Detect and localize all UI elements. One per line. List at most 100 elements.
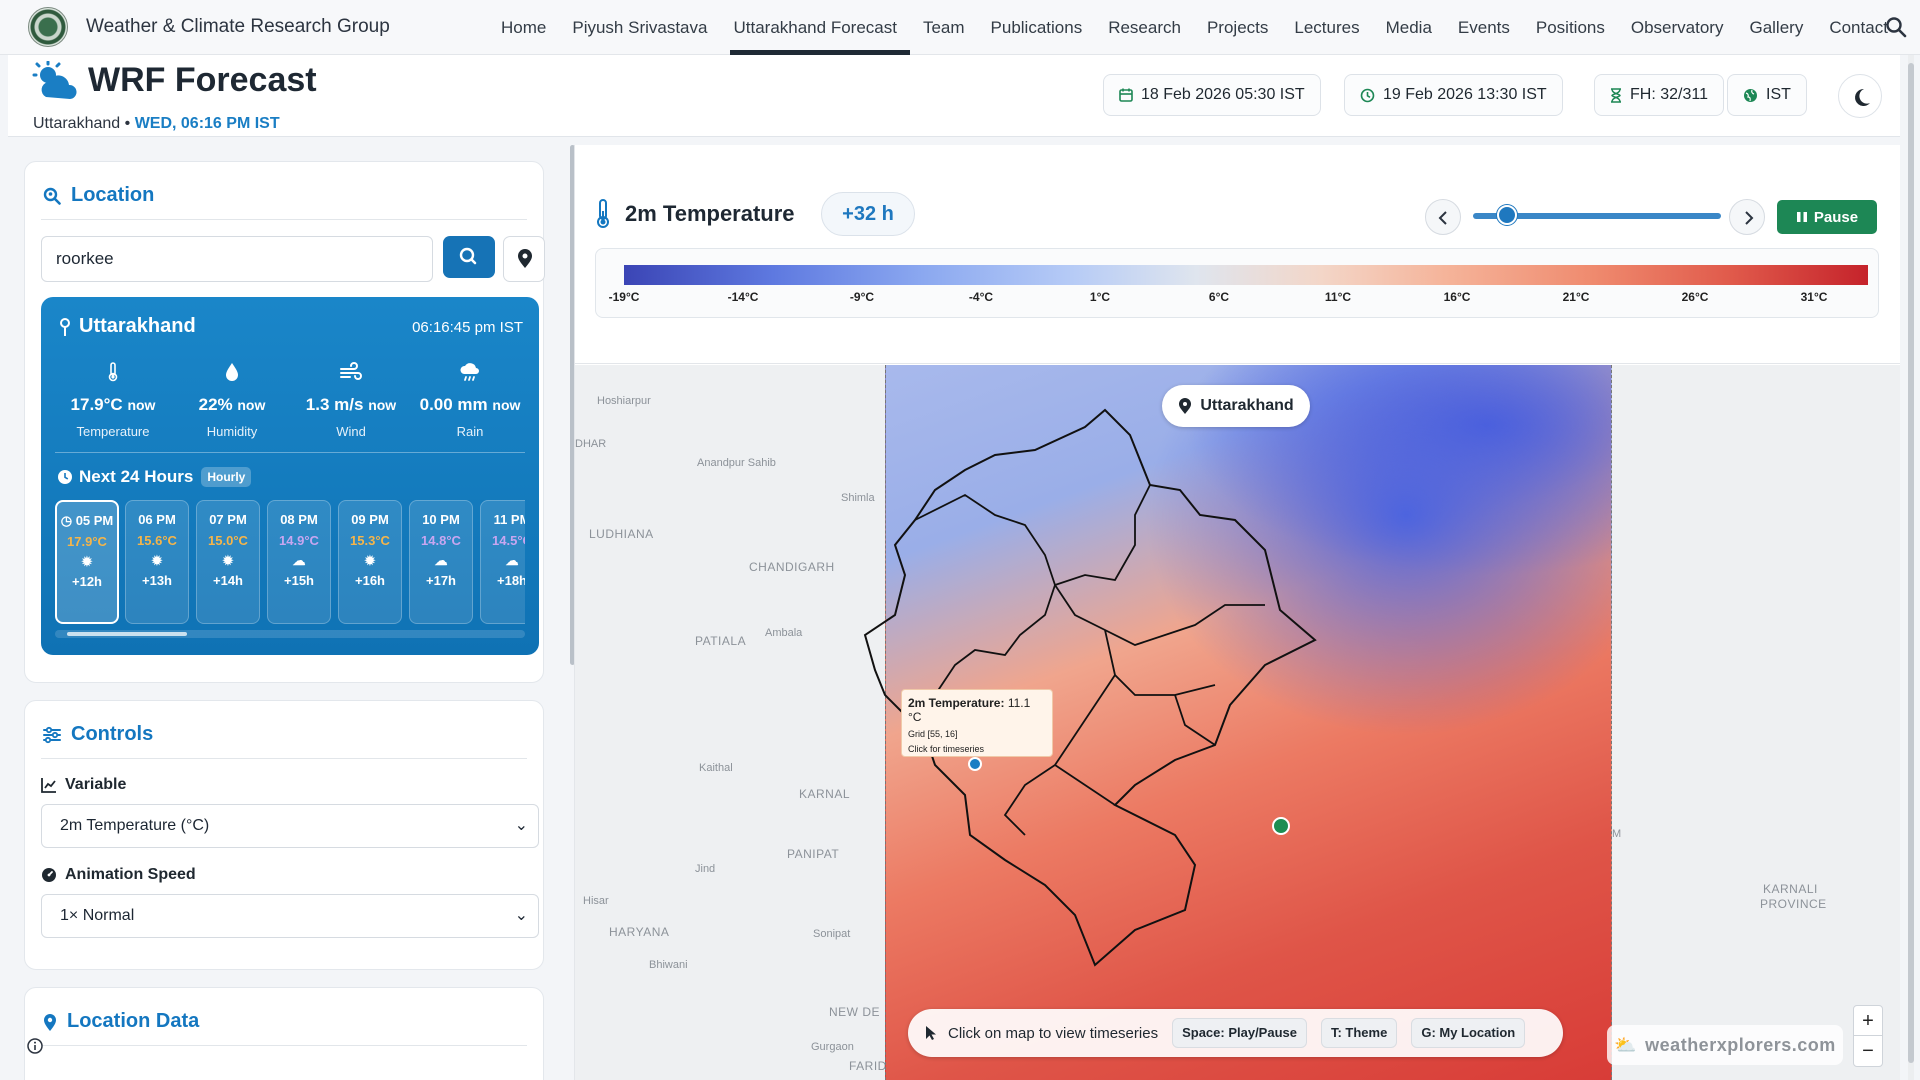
search-location-icon	[43, 187, 61, 205]
moon-icon	[1855, 88, 1870, 106]
droplet-icon	[226, 363, 238, 381]
hour-temp: 14.9°C	[279, 533, 319, 548]
next-step-button[interactable]	[1729, 199, 1765, 235]
nav-link-piyush-srivastava[interactable]: Piyush Srivastava	[559, 0, 720, 55]
variable-label: Variable	[65, 776, 127, 793]
variable-select[interactable]: 2m Temperature (°C) ⌄	[41, 804, 539, 848]
time-slider-handle[interactable]	[1496, 205, 1517, 225]
hour-card[interactable]: 09 PM 15.3°C ✹ +16h	[338, 500, 402, 624]
nav-link-uttarakhand-forecast[interactable]: Uttarakhand Forecast	[720, 0, 911, 55]
region-label: Uttarakhand	[1200, 397, 1294, 414]
forecast-map[interactable]: Hoshiarpur DHAR Anandpur Sahib Shimla LU…	[575, 365, 1900, 1080]
speed-select[interactable]: 1× Normal ⌄	[41, 894, 539, 938]
hour-card[interactable]: ◷ 05 PM 17.9°C ✹ +12h	[55, 500, 119, 624]
sun-icon: ✹	[151, 553, 163, 568]
sun-icon: ✹	[364, 553, 376, 568]
shortcut-theme: T: Theme	[1320, 1018, 1398, 1048]
hour-time: 11 PM	[493, 512, 525, 527]
hour-time: 06 PM	[138, 512, 176, 527]
zoom-out-button[interactable]: −	[1854, 1036, 1882, 1066]
nav-link-projects[interactable]: Projects	[1194, 0, 1281, 55]
thermometer-icon	[597, 199, 609, 228]
pause-icon	[1796, 212, 1807, 222]
hourly-forecast-strip[interactable]: ◷ 05 PM 17.9°C ✹ +12h 06 PM 15.6°C ✹ +13…	[55, 500, 525, 625]
temperature-label: Temperature	[76, 424, 150, 439]
theme-toggle-button[interactable]	[1838, 74, 1882, 118]
top-navbar: Weather & Climate Research Group Home Pi…	[0, 0, 1920, 55]
color-legend: -19°C -14°C -9°C -4°C 1°C 6°C 11°C 16°C …	[595, 248, 1879, 318]
legend-tick: 11°C	[1324, 290, 1352, 304]
hour-offset: +13h	[142, 573, 172, 588]
hour-temp: 15.3°C	[350, 533, 390, 548]
hour-temp: 15.0°C	[208, 533, 248, 548]
tooltip-grid: Grid [55, 16]	[908, 729, 958, 739]
divider	[41, 219, 527, 220]
hour-time: 07 PM	[209, 512, 247, 527]
legend-color-bar	[624, 265, 1868, 285]
forecast-hour-chip[interactable]: FH: 32/311	[1594, 74, 1724, 116]
legend-tick: 26°C	[1681, 290, 1709, 304]
pause-button[interactable]: Pause	[1777, 200, 1877, 234]
nav-link-publications[interactable]: Publications	[978, 0, 1096, 55]
humidity-value: 22%	[198, 395, 233, 414]
humidity-suffix: now	[237, 397, 266, 413]
nav-link-positions[interactable]: Positions	[1523, 0, 1618, 55]
region-label-pill[interactable]: Uttarakhand	[1162, 385, 1310, 427]
info-icon[interactable]	[27, 1038, 43, 1054]
humidity-label: Humidity	[206, 424, 258, 439]
rain-suffix: now	[492, 397, 521, 413]
hour-card[interactable]: 07 PM 15.0°C ✹ +14h	[196, 500, 260, 624]
hover-marker[interactable]	[968, 757, 982, 771]
valid-time-chip[interactable]: 19 Feb 2026 13:30 IST	[1344, 74, 1563, 116]
nav-link-media[interactable]: Media	[1373, 0, 1445, 55]
gauge-icon	[42, 868, 56, 882]
location-search-input[interactable]: roorkee	[41, 236, 433, 282]
forecast-offset-badge: +32 h	[821, 192, 915, 236]
globe-icon	[1744, 88, 1757, 102]
hour-temp: 15.6°C	[137, 533, 177, 548]
hour-card[interactable]: 10 PM 14.8°C ☁ +17h	[409, 500, 473, 624]
weather-place-name: Uttarakhand	[79, 315, 196, 337]
watermark: ⛅ weatherxplorers.com	[1607, 1025, 1843, 1065]
header-local-time: WED, 06:16 PM IST	[134, 115, 280, 132]
left-panel[interactable]: Location roorkee Uttarakhand 06:16:45 pm…	[8, 145, 564, 1080]
wind-suffix: now	[368, 397, 397, 413]
watermark-text: weatherxplorers.com	[1645, 1034, 1836, 1055]
previous-step-button[interactable]	[1425, 199, 1461, 235]
hour-card[interactable]: 11 PM 14.5°C ☁ +18h	[480, 500, 525, 624]
search-icon[interactable]	[1884, 15, 1908, 39]
nav-link-research[interactable]: Research	[1095, 0, 1194, 55]
my-location-button[interactable]	[503, 236, 545, 282]
hour-offset: +12h	[72, 574, 102, 589]
hourly-scrollbar[interactable]	[55, 630, 525, 638]
variable-title: 2m Temperature	[625, 201, 795, 226]
metric-wind: 1.3 m/s now Wind	[291, 357, 411, 439]
controls-card-title: Controls	[43, 723, 153, 746]
hour-time: 08 PM	[280, 512, 318, 527]
nav-link-gallery[interactable]: Gallery	[1736, 0, 1816, 55]
clock-icon	[1360, 88, 1375, 102]
scrollbar-thumb[interactable]	[67, 632, 187, 636]
hour-card[interactable]: 06 PM 15.6°C ✹ +13h	[125, 500, 189, 624]
search-button[interactable]	[443, 236, 495, 278]
nav-link-home[interactable]: Home	[488, 0, 559, 55]
zoom-in-button[interactable]: +	[1854, 1006, 1882, 1036]
init-time: 18 Feb 2026 05:30 IST	[1141, 86, 1305, 103]
nav-link-lectures[interactable]: Lectures	[1281, 0, 1372, 55]
state-boundary	[863, 408, 1317, 967]
page-scrollbar[interactable]	[1908, 55, 1914, 1080]
location-marker[interactable]	[1272, 817, 1290, 835]
zoom-control[interactable]: + −	[1853, 1005, 1883, 1067]
nav-link-team[interactable]: Team	[910, 0, 978, 55]
brand[interactable]: Weather & Climate Research Group	[28, 7, 390, 47]
hour-card[interactable]: 08 PM 14.9°C ☁ +15h	[267, 500, 331, 624]
current-weather-card: Uttarakhand 06:16:45 pm IST 17.9°C now T…	[41, 297, 539, 655]
nav-link-observatory[interactable]: Observatory	[1618, 0, 1737, 55]
header-region: Uttarakhand	[33, 115, 121, 132]
nav-link-events[interactable]: Events	[1445, 0, 1523, 55]
init-time-chip[interactable]: 18 Feb 2026 05:30 IST	[1103, 74, 1321, 116]
header-separator: •	[124, 115, 131, 132]
page-scrollbar-thumb[interactable]	[1908, 63, 1914, 1063]
timezone-chip[interactable]: IST	[1727, 74, 1807, 116]
rain-label: Rain	[456, 424, 484, 439]
